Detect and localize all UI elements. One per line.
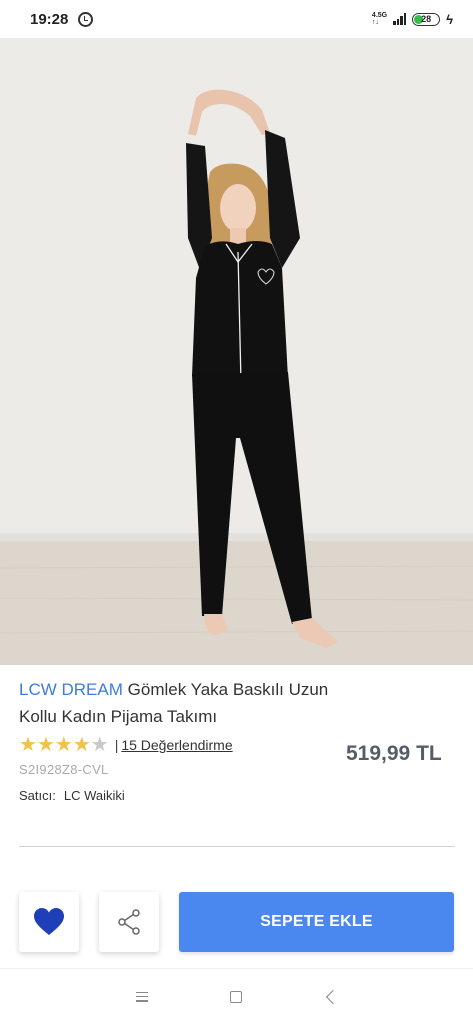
share-button[interactable] bbox=[99, 892, 159, 952]
star-filled-icon: ★ bbox=[36, 734, 55, 756]
divider bbox=[19, 846, 455, 847]
product-price: 519,99 TL bbox=[346, 742, 442, 765]
product-info: LCW DREAM Gömlek Yaka Baskılı Uzun Kollu… bbox=[19, 676, 459, 803]
favorite-button[interactable] bbox=[19, 892, 79, 952]
status-right: 4.5G ↑↓ 28 ϟ bbox=[372, 12, 453, 27]
product-title: LCW DREAM Gömlek Yaka Baskılı Uzun Kollu… bbox=[19, 676, 329, 730]
seller-name[interactable]: LC Waikiki bbox=[64, 788, 125, 803]
system-nav-bar bbox=[0, 968, 473, 1024]
battery-icon: 28 bbox=[412, 12, 441, 26]
star-empty-icon: ★ bbox=[90, 734, 109, 756]
alarm-icon bbox=[78, 11, 94, 27]
charging-icon: ϟ bbox=[446, 11, 453, 27]
network-type: 4.5G ↑↓ bbox=[372, 12, 387, 26]
network-type-label: 4.5G bbox=[371, 12, 388, 19]
status-left: 19:28 bbox=[30, 10, 94, 28]
network-arrows: ↑↓ bbox=[371, 19, 379, 26]
star-filled-icon: ★ bbox=[19, 734, 37, 756]
star-filled-icon: ★ bbox=[72, 734, 91, 756]
menu-icon[interactable] bbox=[135, 991, 148, 1002]
battery-level: 28 bbox=[421, 14, 432, 24]
home-icon[interactable] bbox=[229, 990, 242, 1003]
action-bar: SEPETE EKLE bbox=[0, 890, 473, 954]
signal-icon bbox=[393, 13, 407, 25]
reviews-link[interactable]: 15 Değerlendirme bbox=[121, 737, 232, 753]
product-brand[interactable]: LCW DREAM bbox=[19, 680, 123, 699]
rating-stars: ★ ★ ★ ★ ★ bbox=[19, 735, 109, 755]
status-bar: 19:28 4.5G ↑↓ 28 ϟ bbox=[0, 0, 473, 38]
product-image[interactable] bbox=[0, 38, 473, 665]
star-filled-icon: ★ bbox=[54, 734, 73, 756]
add-to-cart-button[interactable]: SEPETE EKLE bbox=[179, 892, 454, 952]
status-time: 19:28 bbox=[30, 10, 69, 28]
heart-icon bbox=[34, 908, 64, 935]
seller-row: Satıcı: LC Waikiki bbox=[19, 788, 459, 803]
rating-separator: | bbox=[114, 737, 119, 753]
product-photo bbox=[0, 38, 473, 665]
seller-label: Satıcı: bbox=[19, 788, 56, 803]
back-icon[interactable] bbox=[325, 989, 340, 1004]
share-icon bbox=[118, 909, 140, 935]
